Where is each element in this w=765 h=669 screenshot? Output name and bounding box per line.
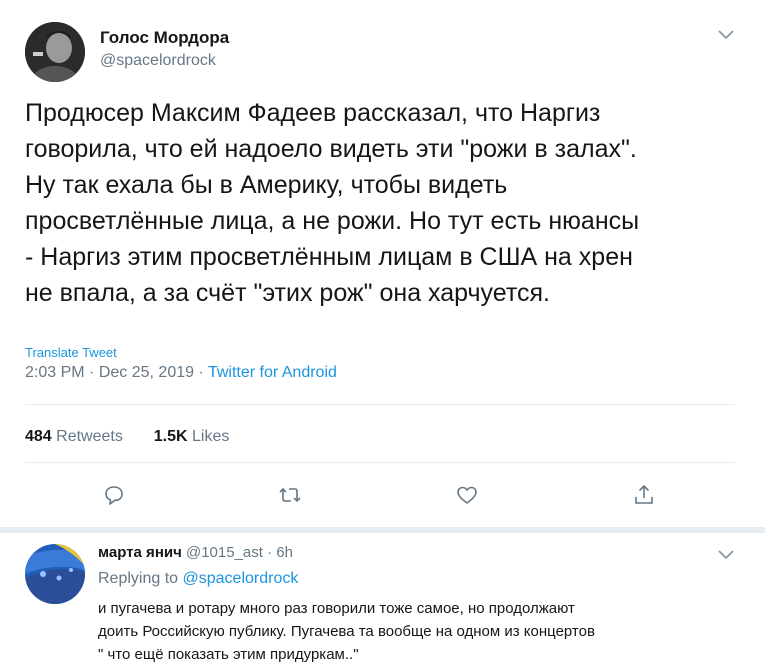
retweet-icon bbox=[279, 487, 301, 503]
main-tweet: Голос Мордора @spacelordrock Продюсер Ма… bbox=[0, 0, 765, 527]
reply-author-handle[interactable]: @1015_ast bbox=[186, 544, 263, 561]
author-photo bbox=[25, 22, 85, 82]
replying-prefix: Replying to bbox=[98, 570, 179, 587]
meta-separator: · bbox=[89, 364, 95, 381]
author-avatar[interactable] bbox=[25, 22, 85, 82]
reply-text-line: и пугачева и ротару много раз говорили т… bbox=[98, 600, 575, 617]
replying-to-link[interactable]: @spacelordrock bbox=[183, 570, 299, 587]
reply-text: и пугачева и ротару много раз говорили т… bbox=[98, 597, 748, 666]
likes-label: Likes bbox=[192, 428, 230, 445]
retweet-button[interactable] bbox=[278, 483, 302, 507]
reply-icon bbox=[105, 486, 123, 505]
tweet-text-line: не впала, а за счёт "этих рож" она харчу… bbox=[25, 279, 550, 307]
retweets-stat[interactable]: 484 Retweets bbox=[25, 428, 123, 445]
reply-text-line: " что ещё показать этим придуркам.." bbox=[98, 646, 359, 663]
divider bbox=[25, 462, 735, 463]
tweet-meta: 2:03 PM · Dec 25, 2019 · Twitter for And… bbox=[25, 364, 337, 382]
divider bbox=[25, 404, 735, 405]
reply-text-line: доить Российскую публику. Пугачева та во… bbox=[98, 623, 595, 640]
reply-author-line: марта янич @1015_ast · 6h bbox=[98, 544, 293, 561]
reply-author-name[interactable]: марта янич bbox=[98, 544, 182, 561]
reply-button[interactable] bbox=[102, 483, 126, 507]
tweet-text-line: просветлённые лица, а не рожи. Но тут ес… bbox=[25, 207, 640, 235]
meta-separator: · bbox=[198, 364, 204, 381]
chevron-down-icon[interactable] bbox=[716, 28, 736, 42]
reply-age[interactable]: 6h bbox=[276, 544, 293, 561]
author-name[interactable]: Голос Мордора bbox=[100, 28, 229, 48]
tweet-text-line: Ну так ехала бы в Америку, чтобы видеть bbox=[25, 171, 508, 199]
share-icon bbox=[635, 484, 653, 504]
translate-tweet-link[interactable]: Translate Tweet bbox=[25, 345, 117, 360]
tweet-stats: 484 Retweets 1.5K Likes bbox=[25, 428, 229, 446]
like-icon bbox=[457, 486, 477, 504]
tweet-text-line: - Наргиз этим просветлённым лицам в США … bbox=[25, 243, 633, 271]
share-button[interactable] bbox=[632, 483, 656, 507]
retweets-label: Retweets bbox=[56, 428, 123, 445]
tweet-text: Продюсер Максим Фадеев рассказал, что На… bbox=[25, 95, 740, 311]
tweet-date[interactable]: Dec 25, 2019 bbox=[99, 364, 194, 381]
likes-stat[interactable]: 1.5K Likes bbox=[154, 428, 230, 445]
replying-to: Replying to @spacelordrock bbox=[98, 570, 298, 588]
tweet-time[interactable]: 2:03 PM bbox=[25, 364, 85, 381]
reply-author-avatar[interactable] bbox=[25, 544, 85, 604]
reply-separator: · bbox=[267, 544, 273, 561]
tweet-source-link[interactable]: Twitter for Android bbox=[208, 364, 337, 381]
chevron-down-icon[interactable] bbox=[716, 548, 736, 562]
tweet-text-line: Продюсер Максим Фадеев рассказал, что На… bbox=[25, 99, 601, 127]
retweets-count: 484 bbox=[25, 428, 52, 445]
author-handle[interactable]: @spacelordrock bbox=[100, 52, 216, 70]
tweet-text-line: говорила, что ей надоело видеть эти "рож… bbox=[25, 135, 637, 163]
reply-author-photo bbox=[25, 544, 85, 604]
like-button[interactable] bbox=[455, 483, 479, 507]
likes-count: 1.5K bbox=[153, 428, 188, 445]
